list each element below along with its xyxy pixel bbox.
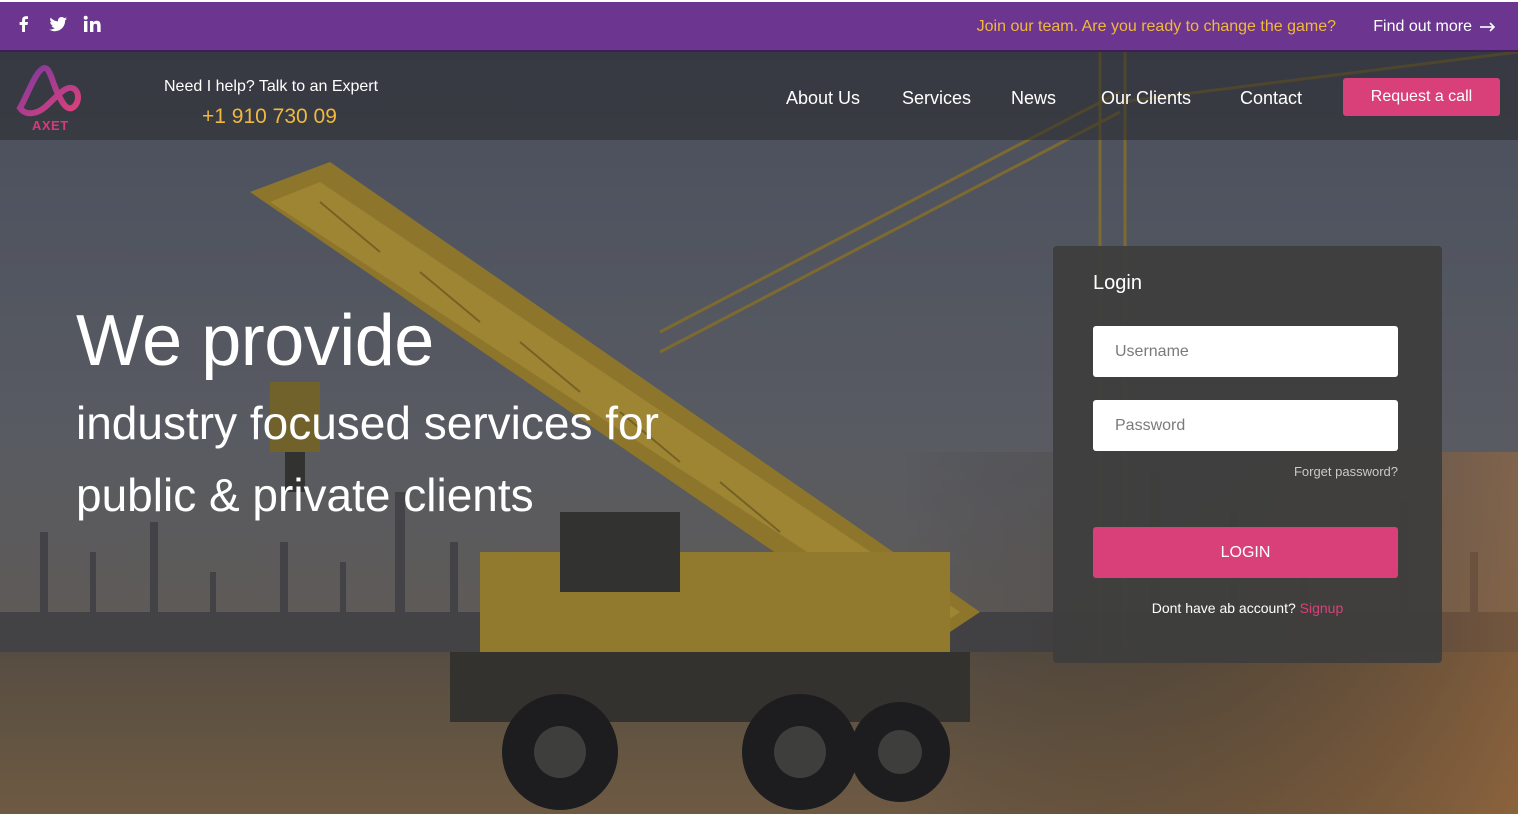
nav-services[interactable]: Services bbox=[902, 88, 971, 109]
site-header: AXET Need I help? Talk to an Expert +1 9… bbox=[0, 52, 1518, 140]
password-input[interactable] bbox=[1093, 400, 1398, 451]
nav-our-clients[interactable]: Our Clients bbox=[1101, 88, 1191, 109]
username-input[interactable] bbox=[1093, 326, 1398, 377]
facebook-icon[interactable] bbox=[14, 14, 34, 34]
login-button[interactable]: LOGIN bbox=[1093, 527, 1398, 578]
nav-contact[interactable]: Contact bbox=[1240, 88, 1302, 109]
nav-news[interactable]: News bbox=[1011, 88, 1056, 109]
hero-subline-1: industry focused services for bbox=[76, 397, 659, 449]
hero-headline: We provide bbox=[76, 301, 434, 381]
no-account-text: Dont have ab account? bbox=[1151, 600, 1296, 616]
find-out-more-label: Find out more bbox=[1373, 18, 1472, 35]
nav-about-us[interactable]: About Us bbox=[786, 88, 860, 109]
signup-line: Dont have ab account? Signup bbox=[1053, 600, 1442, 616]
forgot-password-link[interactable]: Forget password? bbox=[1294, 464, 1398, 479]
twitter-icon[interactable] bbox=[48, 14, 68, 34]
promo-link[interactable]: Join our team. Are you ready to change t… bbox=[977, 18, 1336, 36]
arrow-right-icon bbox=[1480, 22, 1496, 32]
login-title: Login bbox=[1093, 272, 1142, 294]
request-call-button[interactable]: Request a call bbox=[1343, 78, 1500, 116]
social-links bbox=[14, 14, 102, 34]
login-panel: Login Forget password? LOGIN Dont have a… bbox=[1053, 246, 1442, 663]
hero-subline-2: public & private clients bbox=[76, 469, 534, 521]
logo-text: AXET bbox=[32, 118, 69, 133]
top-bar: Join our team. Are you ready to change t… bbox=[0, 2, 1518, 52]
signup-link[interactable]: Signup bbox=[1300, 600, 1344, 616]
phone-number[interactable]: +1 910 730 09 bbox=[202, 105, 337, 129]
find-out-more-link[interactable]: Find out more bbox=[1373, 18, 1496, 36]
help-text: Need I help? Talk to an Expert bbox=[164, 78, 379, 95]
page: Join our team. Are you ready to change t… bbox=[0, 2, 1518, 814]
linkedin-icon[interactable] bbox=[82, 14, 102, 34]
